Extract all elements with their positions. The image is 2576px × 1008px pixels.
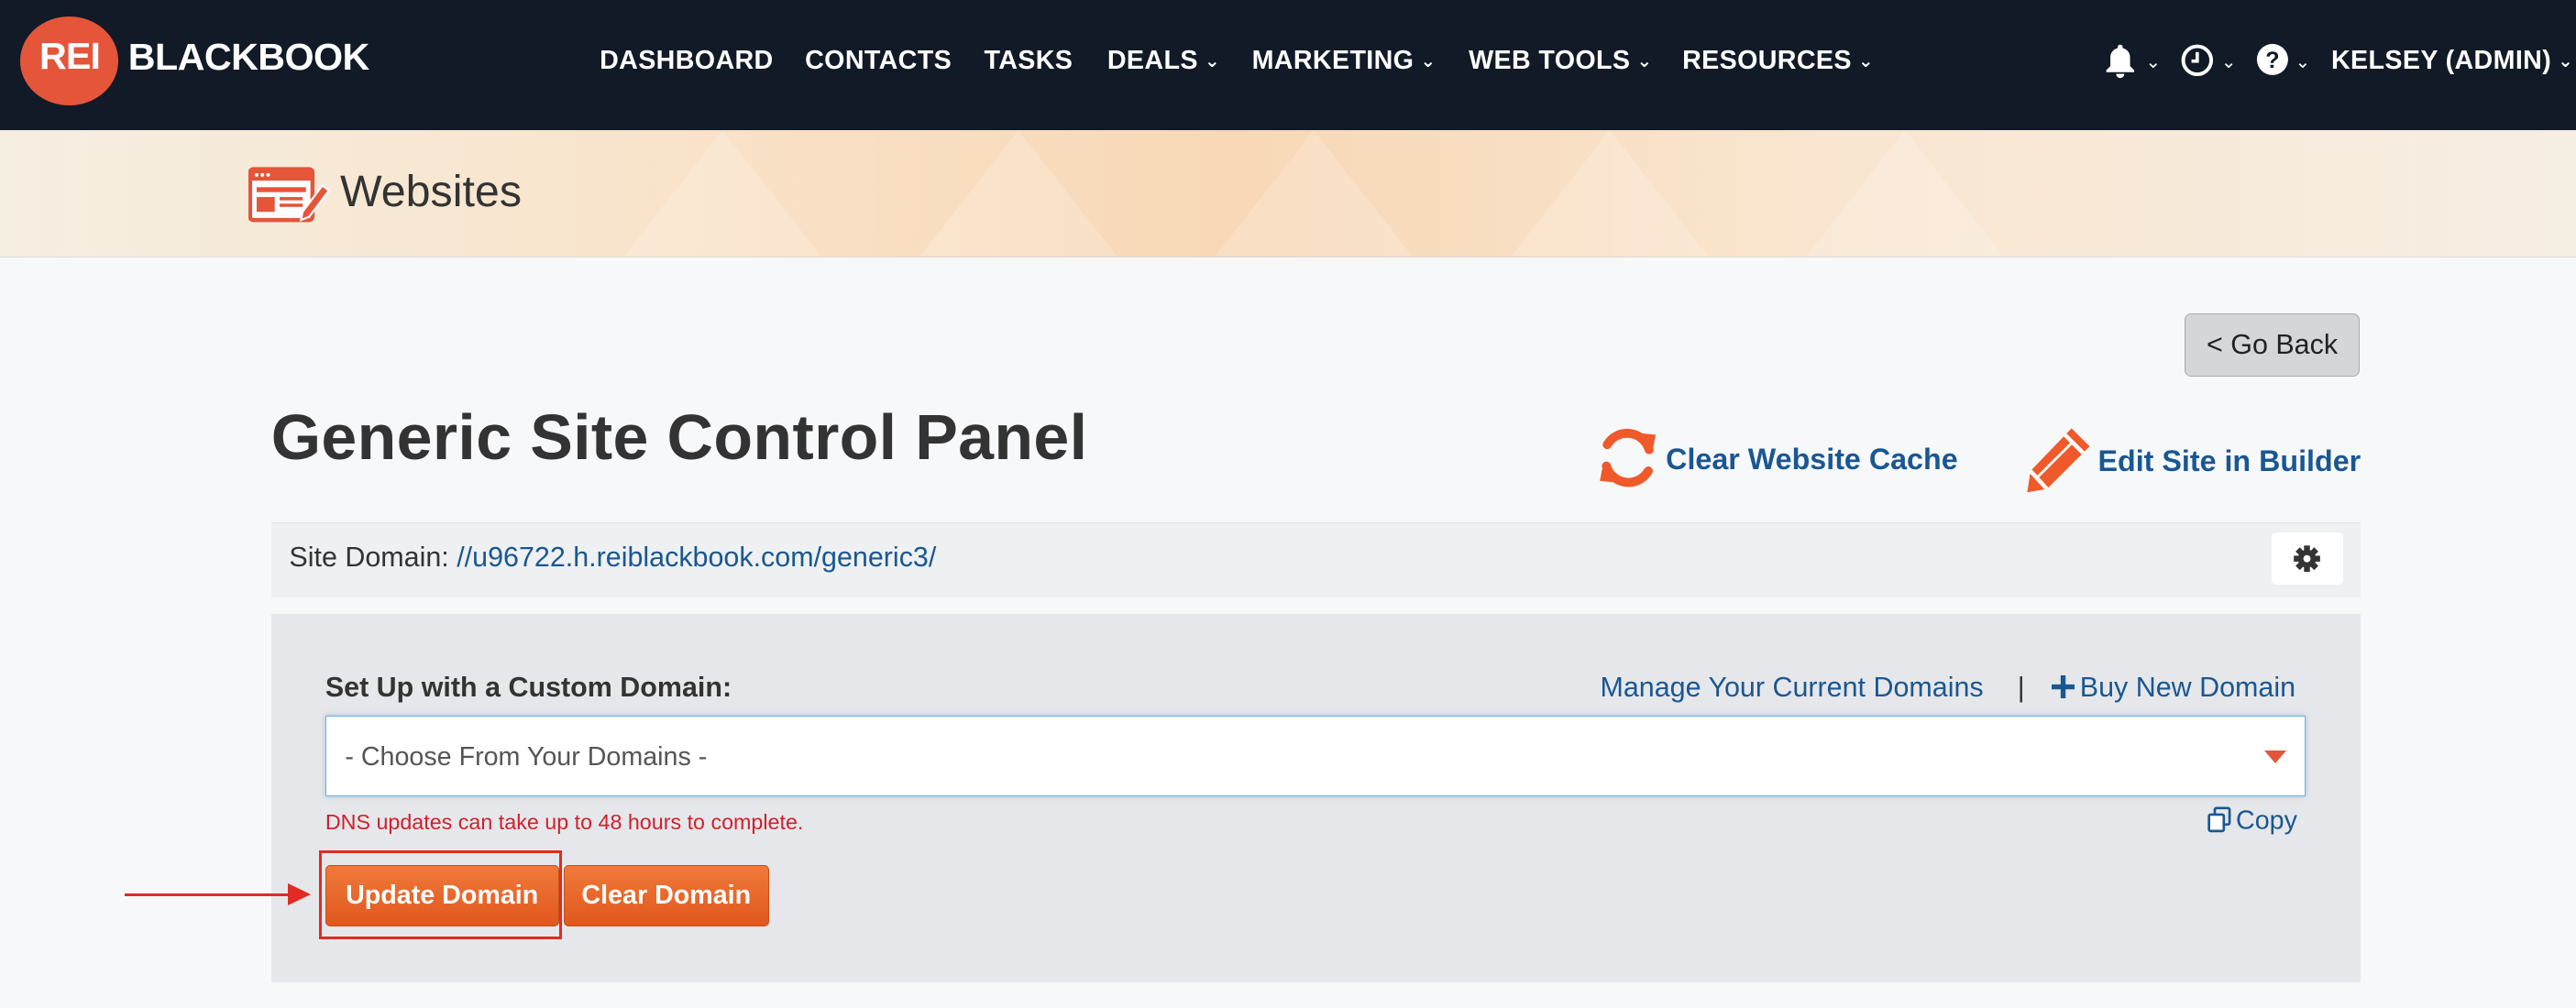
nav-deals[interactable]: DEALS ⌄ [1107, 46, 1220, 76]
chevron-down-icon[interactable]: ⌄ [2221, 51, 2237, 73]
logo-wordmark[interactable]: BLACKBOOK [128, 36, 370, 79]
logo-rei-text[interactable]: REI [39, 35, 101, 78]
nav-resources[interactable]: RESOURCES ⌄ [1682, 46, 1874, 76]
annotation-arrow [125, 893, 292, 897]
chevron-down-icon: ⌄ [1636, 51, 1653, 72]
svg-text:?: ? [2265, 47, 2279, 72]
help-icon[interactable]: ? [2256, 43, 2289, 83]
chevron-down-icon[interactable]: ⌄ [2145, 51, 2161, 73]
nav-dashboard[interactable]: DASHBOARD [600, 46, 774, 76]
nav-marketing[interactable]: MARKETING ⌄ [1252, 46, 1437, 76]
panel-title: Generic Site Control Panel [270, 401, 1088, 474]
site-domain-url[interactable]: //u96722.h.reiblackbook.com/generic3/ [457, 542, 936, 573]
page-title: Websites [339, 167, 523, 216]
copy-button[interactable]: Copy [2207, 803, 2297, 837]
nav-web-tools[interactable]: WEB TOOLS ⌄ [1469, 46, 1652, 76]
banner-decoration [623, 129, 820, 256]
chevron-down-icon: ⌄ [2558, 51, 2574, 72]
nav-tasks[interactable]: TASKS [984, 46, 1073, 76]
custom-domain-label: Set Up with a Custom Domain: [325, 671, 732, 703]
custom-domain-panel [270, 614, 2361, 982]
annotation-highlight-box [318, 850, 562, 940]
chevron-down-icon: ⌄ [1858, 51, 1874, 72]
caret-down-icon[interactable] [2263, 750, 2286, 763]
clear-cache-link[interactable]: Clear Website Cache [1593, 427, 1958, 496]
pencil-icon [2027, 428, 2090, 493]
manage-domains-link[interactable]: Manage Your Current Domains [1601, 672, 1984, 704]
chevron-down-icon: ⌄ [1204, 51, 1220, 72]
site-domain-row: Site Domain: //u96722.h.reiblackbook.com… [289, 542, 936, 574]
chevron-down-icon: ⌄ [1420, 51, 1437, 72]
settings-button[interactable] [2272, 531, 2343, 585]
user-menu[interactable]: KELSEY (ADMIN) ⌄ [2331, 46, 2573, 76]
chevron-down-icon[interactable]: ⌄ [2295, 51, 2311, 73]
banner-decoration [1807, 129, 2004, 256]
refresh-icon [1600, 429, 1657, 488]
gear-icon [2294, 544, 2321, 572]
nav-contacts[interactable]: CONTACTS [805, 46, 952, 76]
dns-warning: DNS updates can take up to 48 hours to c… [325, 809, 804, 834]
plus-icon [2052, 674, 2075, 698]
banner-decoration [1216, 129, 1413, 256]
banner-decoration [1511, 129, 1708, 256]
go-back-button[interactable]: < Go Back [2185, 313, 2360, 377]
website-edit-icon [248, 166, 331, 233]
bell-icon[interactable] [2103, 43, 2138, 86]
buy-domain-link[interactable]: Buy New Domain [2052, 672, 2295, 704]
clock-icon[interactable] [2180, 43, 2215, 85]
edit-site-link[interactable]: Edit Site in Builder [2022, 427, 2361, 499]
copy-icon [2207, 806, 2231, 833]
link-separator: | [2017, 671, 2025, 703]
clear-domain-button[interactable]: Clear Domain [563, 865, 769, 926]
banner-decoration [919, 129, 1117, 256]
site-domain-label: Site Domain: [289, 542, 449, 574]
annotation-arrow-head [287, 883, 311, 906]
domain-select-value[interactable]: - Choose From Your Domains - [345, 742, 707, 772]
